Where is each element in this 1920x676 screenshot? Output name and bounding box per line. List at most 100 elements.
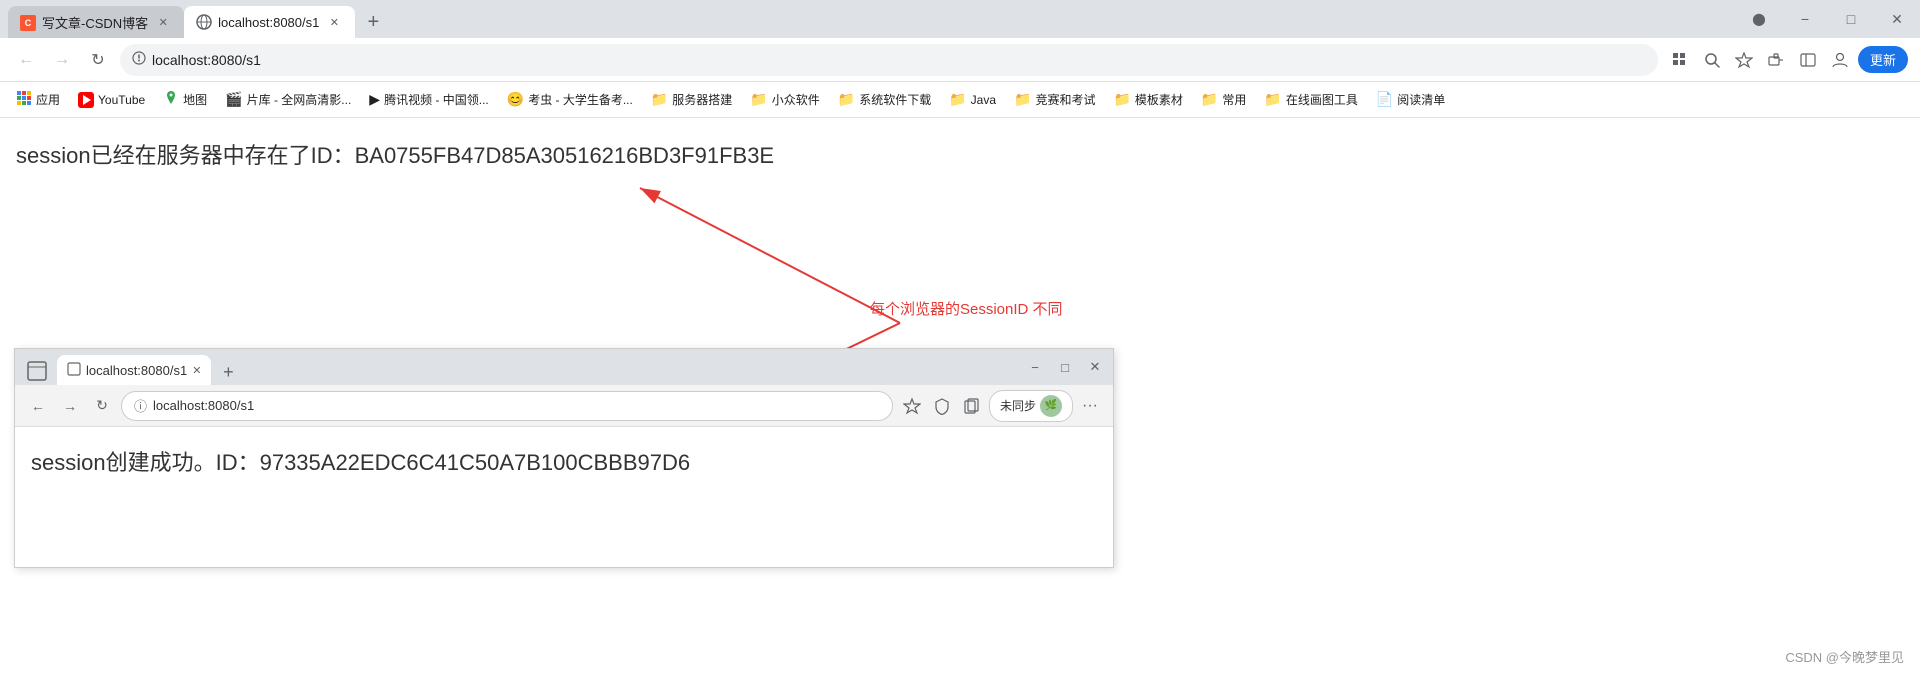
template-folder-icon: 📁 xyxy=(1113,91,1130,108)
bookmark-reading[interactable]: 📄 阅读清单 xyxy=(1368,87,1453,113)
sync-button[interactable]: 未同步 🌿 xyxy=(989,390,1073,422)
system-tray-icon: ⬤ xyxy=(1736,0,1782,38)
tencent-label: 腾讯视频 - 中国领... xyxy=(384,91,489,108)
server-label: 服务器搭建 xyxy=(672,91,732,108)
inner-new-tab-button[interactable]: + xyxy=(215,359,241,385)
apps-icon xyxy=(16,90,32,109)
apps-label: 应用 xyxy=(36,91,60,108)
competition-folder-icon: 📁 xyxy=(1014,91,1031,108)
tab-csdn[interactable]: C 写文章-CSDN博客 ✕ xyxy=(8,6,184,38)
xiazhong-label: 小众软件 xyxy=(772,91,820,108)
system-folder-icon: 📁 xyxy=(838,91,855,108)
inner-collections-icon-button[interactable] xyxy=(959,393,985,419)
new-tab-button[interactable]: + xyxy=(359,8,387,36)
tencent-icon: ▶ xyxy=(369,91,380,108)
youtube-favicon-icon xyxy=(78,92,94,108)
grid-icon-button[interactable] xyxy=(1666,46,1694,74)
inner-close-button[interactable]: ✕ xyxy=(1081,353,1109,381)
watermark: CSDN @今晚梦里见 xyxy=(1785,647,1904,666)
kaochong-icon: 😊 xyxy=(507,91,524,108)
url-bar[interactable]: localhost:8080/s1 xyxy=(120,44,1658,76)
more-options-button[interactable]: ··· xyxy=(1077,393,1103,419)
java-folder-icon: 📁 xyxy=(949,91,966,108)
inner-addr-right-icons: 未同步 🌿 ··· xyxy=(899,390,1103,422)
localhost-favicon-icon xyxy=(196,14,212,30)
drawing-label: 在线画图工具 xyxy=(1286,91,1358,108)
template-label: 模板素材 xyxy=(1135,91,1183,108)
drawing-folder-icon: 📁 xyxy=(1264,91,1281,108)
inner-session-text: session创建成功。ID：97335A22EDC6C41C50A7B100C… xyxy=(31,445,1097,477)
bookmark-template[interactable]: 📁 模板素材 xyxy=(1105,87,1190,113)
update-button[interactable]: 更新 xyxy=(1858,46,1908,73)
bookmark-map[interactable]: 地图 xyxy=(155,87,215,113)
account-icon-button[interactable] xyxy=(1826,46,1854,74)
address-bar: ← → ↻ localhost:8080/s1 xyxy=(0,38,1920,82)
youtube-label: YouTube xyxy=(98,93,145,107)
inner-browser-icon xyxy=(23,357,51,385)
inner-minimize-button[interactable]: − xyxy=(1021,353,1049,381)
competition-label: 竞赛和考试 xyxy=(1035,91,1095,108)
kaochong-label: 考虫 - 大学生备考... xyxy=(528,91,633,108)
inner-tab-close-button[interactable]: ✕ xyxy=(192,364,201,377)
inner-shield-icon-button[interactable] xyxy=(929,393,955,419)
tab-bar: C 写文章-CSDN博客 ✕ localhost:8080/s1 ✕ + ⬤ −… xyxy=(0,0,1920,38)
back-button[interactable]: ← xyxy=(12,46,40,74)
inner-tab-localhost[interactable]: localhost:8080/s1 ✕ xyxy=(57,355,211,385)
annotation-container: 每个浏览器的SessionID 不同 xyxy=(0,148,1920,348)
zoom-icon-button[interactable] xyxy=(1698,46,1726,74)
bookmark-apps[interactable]: 应用 xyxy=(8,87,68,113)
inner-maximize-button[interactable]: □ xyxy=(1051,353,1079,381)
inner-tab-bar: localhost:8080/s1 ✕ + − □ ✕ xyxy=(15,349,1113,385)
url-text: localhost:8080/s1 xyxy=(152,52,261,68)
inner-back-button[interactable]: ← xyxy=(25,393,51,419)
address-right-icons: 更新 xyxy=(1666,46,1908,74)
bookmark-server[interactable]: 📁 服务器搭建 xyxy=(643,87,740,113)
map-icon xyxy=(163,90,179,109)
inner-window-controls: − □ ✕ xyxy=(1021,353,1109,381)
bookmark-tencent[interactable]: ▶ 腾讯视频 - 中国领... xyxy=(361,87,496,113)
extensions-icon-button[interactable] xyxy=(1762,46,1790,74)
inner-forward-button[interactable]: → xyxy=(57,393,83,419)
minimize-button[interactable]: − xyxy=(1782,0,1828,38)
sidebar-icon-button[interactable] xyxy=(1794,46,1822,74)
inner-address-bar: ← → ↻ ⓘ localhost:8080/s1 未同步 xyxy=(15,385,1113,427)
java-label: Java xyxy=(971,93,996,107)
library-icon: 🎬 xyxy=(225,91,242,108)
sync-avatar: 🌿 xyxy=(1040,395,1062,417)
bookmark-common[interactable]: 📁 常用 xyxy=(1193,87,1254,113)
map-label: 地图 xyxy=(183,91,207,108)
tab-localhost-close-button[interactable]: ✕ xyxy=(325,13,343,31)
bookmark-kaochong[interactable]: 😊 考虫 - 大学生备考... xyxy=(499,87,641,113)
reload-button[interactable]: ↻ xyxy=(84,46,112,74)
tab-localhost-title: localhost:8080/s1 xyxy=(218,15,319,30)
bookmark-youtube[interactable]: YouTube xyxy=(70,87,153,113)
session-outer-text: session已经在服务器中存在了ID：BA0755FB47D85A305162… xyxy=(16,138,1904,170)
inner-favorites-icon-button[interactable] xyxy=(899,393,925,419)
reading-label: 阅读清单 xyxy=(1397,91,1445,108)
inner-reload-button[interactable]: ↻ xyxy=(89,393,115,419)
star-icon-button[interactable] xyxy=(1730,46,1758,74)
forward-button[interactable]: → xyxy=(48,46,76,74)
server-folder-icon: 📁 xyxy=(651,91,668,108)
xiazhong-folder-icon: 📁 xyxy=(750,91,767,108)
inner-url-text: localhost:8080/s1 xyxy=(153,398,254,413)
tab-csdn-close-button[interactable]: ✕ xyxy=(154,13,172,31)
tab-csdn-title: 写文章-CSDN博客 xyxy=(42,13,148,32)
bookmark-system[interactable]: 📁 系统软件下载 xyxy=(830,87,939,113)
bookmark-java[interactable]: 📁 Java xyxy=(941,87,1004,113)
bookmark-competition[interactable]: 📁 竞赛和考试 xyxy=(1006,87,1103,113)
inner-tab-title: localhost:8080/s1 xyxy=(86,363,187,378)
system-label: 系统软件下载 xyxy=(859,91,931,108)
reading-folder-icon: 📄 xyxy=(1376,91,1393,108)
maximize-button[interactable]: □ xyxy=(1828,0,1874,38)
inner-url-bar[interactable]: ⓘ localhost:8080/s1 xyxy=(121,391,893,421)
csdn-favicon-icon: C xyxy=(20,14,36,30)
bookmark-drawing[interactable]: 📁 在线画图工具 xyxy=(1256,87,1365,113)
library-label: 片库 - 全网高清影... xyxy=(247,91,352,108)
close-button[interactable]: ✕ xyxy=(1874,0,1920,38)
sync-label: 未同步 xyxy=(1000,397,1036,414)
tab-localhost[interactable]: localhost:8080/s1 ✕ xyxy=(184,6,355,38)
bookmark-xiazhong[interactable]: 📁 小众软件 xyxy=(742,87,827,113)
bookmark-library[interactable]: 🎬 片库 - 全网高清影... xyxy=(217,87,359,113)
main-content: session已经在服务器中存在了ID：BA0755FB47D85A305162… xyxy=(0,118,1920,676)
